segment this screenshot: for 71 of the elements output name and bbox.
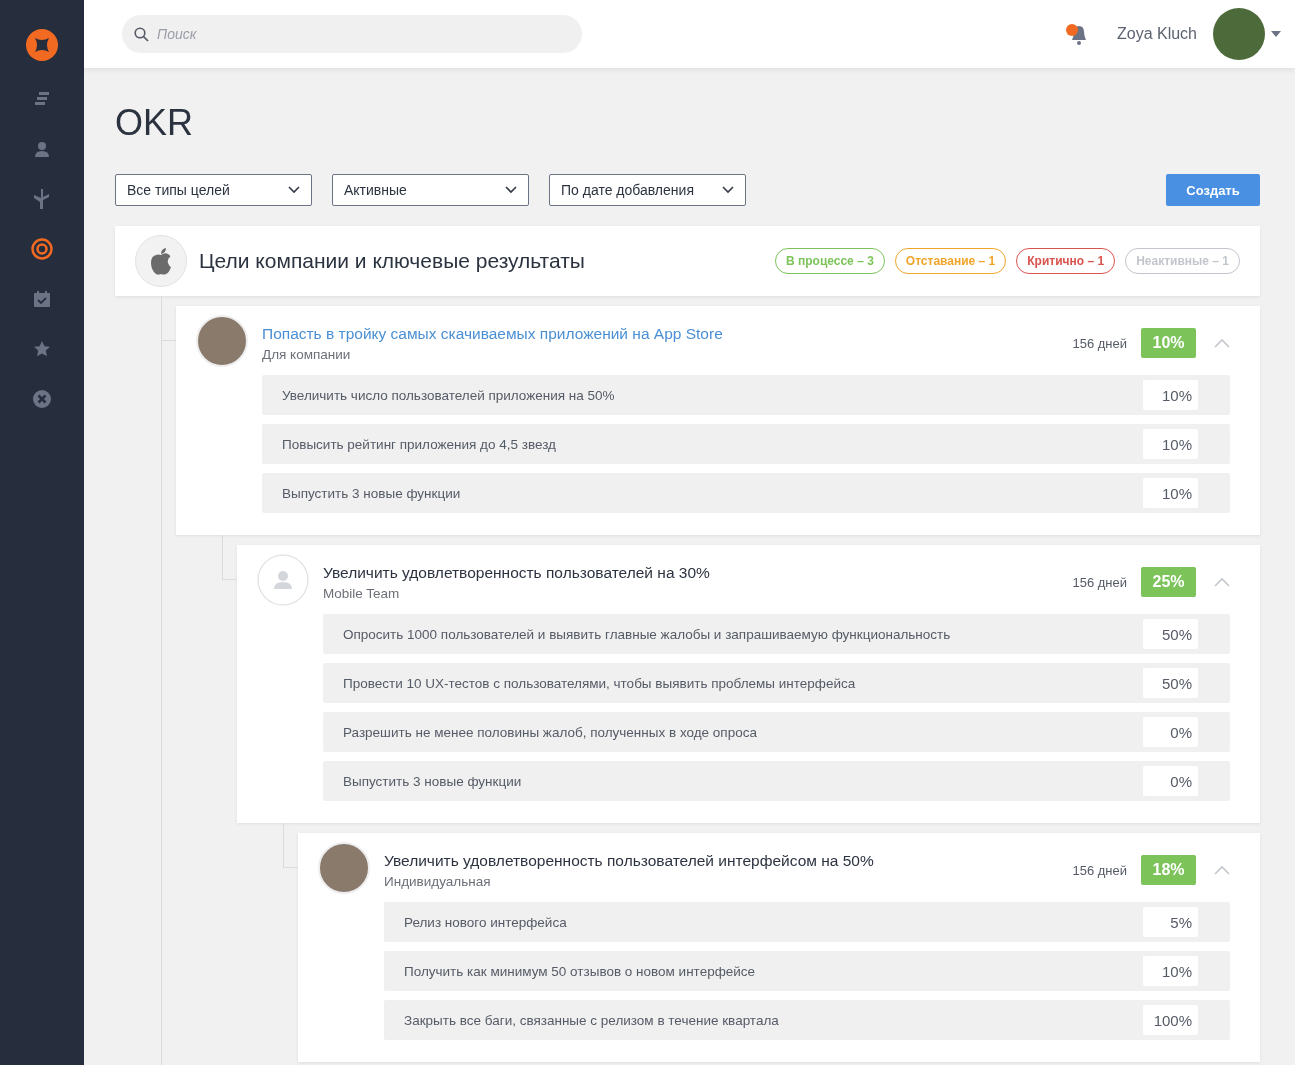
key-result-text: Опросить 1000 пользователей и выявить главные жалобы и запрашиваемую функциональность [343,626,952,642]
star-icon[interactable] [34,341,50,357]
objective-owner: Для компании [262,346,352,362]
progress-badge: 18% [1141,855,1196,885]
chevron-down-icon [722,186,734,194]
caret-icon[interactable] [1271,31,1281,37]
filter-dropdown[interactable]: Все типы целей [115,174,312,206]
chevron-up-icon[interactable] [1214,338,1230,348]
avatar-photo-placeholder [318,842,370,894]
search-icon [134,27,149,42]
chevron-down-icon [288,186,300,194]
progress-input-field[interactable]: 50% [1143,668,1198,698]
user-avatar-photo-placeholder[interactable] [1213,8,1265,60]
user-name[interactable]: Zoya Kluch [1116,25,1197,43]
days-left: 156 дней [1072,862,1127,878]
key-result-text: Разрешить не менее половины жалоб, полученных в ходе опроса [343,724,758,740]
avatar-photo-placeholder [196,315,248,367]
progress-input-field[interactable]: 10% [1143,380,1198,410]
chevron-up-icon[interactable] [1214,865,1230,875]
key-result-text: Релиз нового интерфейса [404,914,568,930]
progress-input-field[interactable]: 0% [1143,717,1198,747]
key-result-row[interactable]: Разрешить не менее половины жалоб, полученных в ходе опроса 0% [323,712,1230,752]
objective-owner: Mobile Team [323,585,401,601]
key-result-text: Закрыть все баги, связанные с релизом в течение квартала [404,1012,780,1028]
objective-title: Увеличить удовлетворенность пользователей интерфейсом на 50% [384,851,875,870]
chevron-down-icon [505,186,517,194]
days-left: 156 дней [1072,574,1127,590]
progress-badge: 25% [1141,567,1196,597]
cross-circle-icon[interactable] [33,390,51,408]
calendar-check-icon[interactable] [34,291,50,307]
key-result-row[interactable]: Закрыть все баги, связанные с релизом в течение квартала 100% [384,1000,1230,1040]
progress-input-field[interactable]: 10% [1143,956,1198,986]
search-field[interactable]: Поиск [122,15,582,53]
progress-input-field[interactable]: 100% [1143,1005,1198,1035]
progress-input-field[interactable]: 10% [1143,478,1198,508]
bell-icon[interactable] [1064,23,1087,45]
key-result-row[interactable]: Опросить 1000 пользователей и выявить главные жалобы и запрашиваемую функциональность 50% [323,614,1230,654]
person-icon[interactable] [34,141,50,157]
key-result-row[interactable]: Получить как минимум 50 отзывов о новом интерфейсе 10% [384,951,1230,991]
key-result-row[interactable]: Увеличить число пользователей приложения на 50% 10% [262,375,1230,415]
key-result-text: Провести 10 UX-тестов с пользователями, чтобы выявить проблемы интерфейса [343,675,857,691]
key-result-row[interactable]: Выпустить 3 новые функции 10% [262,473,1230,513]
target-icon[interactable] [31,238,53,260]
key-result-row[interactable]: Повысить рейтинг приложения до 4,5 звезд 10% [262,424,1230,464]
key-result-text: Получить как минимум 50 отзывов о новом интерфейсе [404,963,757,979]
key-result-row[interactable]: Релиз нового интерфейса 5% [384,902,1230,942]
key-result-row[interactable]: Провести 10 UX-тестов с пользователями, чтобы выявить проблемы интерфейса 50% [323,663,1230,703]
filter-dropdown[interactable]: По дате добавления [549,174,746,206]
key-result-text: Увеличить число пользователей приложения на 50% [282,387,616,403]
logo-icon[interactable] [26,29,58,61]
page-title: OKR [115,102,194,144]
filter-dropdown[interactable]: Активные [332,174,529,206]
days-left: 156 дней [1072,335,1127,351]
tree-icon[interactable] [34,189,50,209]
objective-link[interactable]: Попасть в тройку самых скачиваемых приложений на App Store [262,324,1059,343]
key-result-text: Повысить рейтинг приложения до 4,5 звезд [282,436,557,452]
progress-input-field[interactable]: 10% [1143,429,1198,459]
list-icon[interactable] [34,91,50,107]
key-result-text: Выпустить 3 новые функции [282,485,462,501]
chevron-up-icon[interactable] [1214,577,1230,587]
progress-badge: 10% [1141,328,1196,358]
key-result-row[interactable]: Выпустить 3 новые функции 0% [323,761,1230,801]
key-result-text: Выпустить 3 новые функции [343,773,523,789]
objective-title: Увеличить удовлетворенность пользователей на 30% [323,563,711,582]
team-avatar-icon [257,554,309,606]
objective-owner: Индивидуальная [384,873,492,889]
apple-icon [149,247,173,275]
progress-input-field[interactable]: 0% [1143,766,1198,796]
section-title: Цели компании и ключевые результаты [199,249,585,273]
progress-input-field[interactable]: 5% [1143,907,1198,937]
progress-input-field[interactable]: 50% [1143,619,1198,649]
